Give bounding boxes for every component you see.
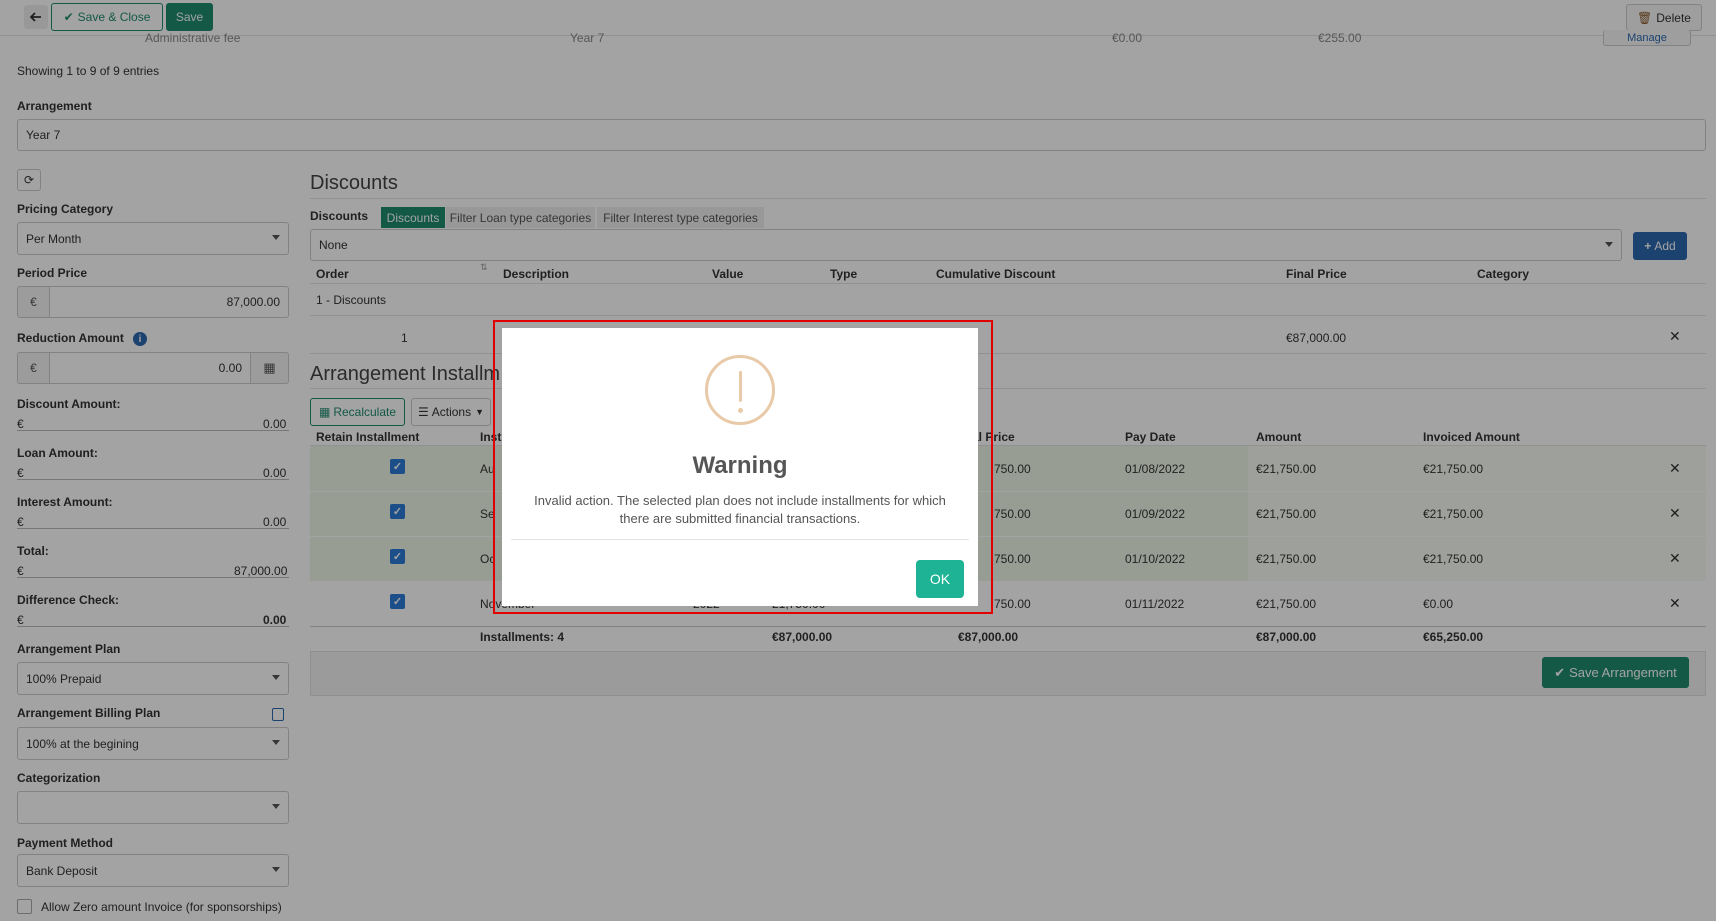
highlight-box	[493, 320, 993, 614]
